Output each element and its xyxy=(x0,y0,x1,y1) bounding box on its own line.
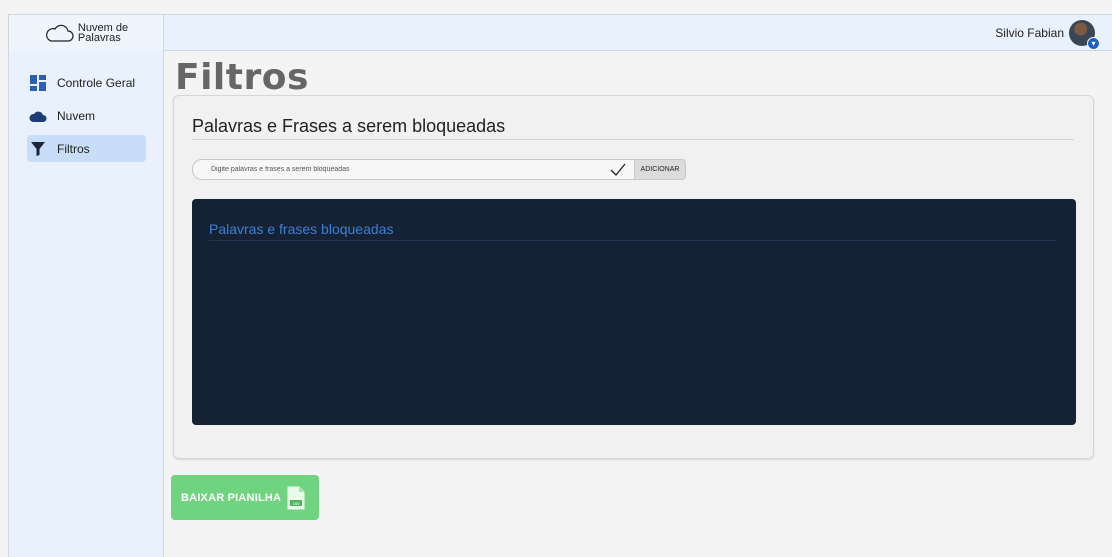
svg-text:csv: csv xyxy=(293,501,301,506)
page-title: Filtros xyxy=(175,57,309,98)
sidebar-item-filtros[interactable]: Filtros xyxy=(27,135,146,162)
chevron-down-icon[interactable]: ▾ xyxy=(1087,37,1100,50)
logo-line-2: Palavras xyxy=(77,32,121,44)
divider xyxy=(192,139,1074,140)
logo-text: Nuvem de Palavras xyxy=(77,23,128,44)
sidebar-item-nuvem[interactable]: Nuvem xyxy=(27,102,146,129)
csv-file-icon: csv xyxy=(287,486,305,509)
divider xyxy=(209,240,1057,241)
blocked-words-panel: Palavras e frases bloqueadas xyxy=(192,199,1076,425)
card-title: Palavras e Frases a serem bloqueadas xyxy=(192,116,506,136)
check-icon[interactable] xyxy=(610,163,626,177)
app-logo[interactable]: Nuvem de Palavras xyxy=(9,15,164,51)
user-menu[interactable]: Silvio Fabian ▾ xyxy=(995,19,1100,50)
avatar[interactable]: ▾ xyxy=(1069,20,1100,50)
blocked-words-title: Palavras e frases bloqueadas xyxy=(209,221,394,237)
sidebar: Controle Geral Nuvem Filtros xyxy=(9,51,164,557)
sidebar-item-label: Filtros xyxy=(57,141,90,156)
top-header: Nuvem de Palavras Silvio Fabian ▾ xyxy=(9,15,1112,51)
sidebar-item-label: Controle Geral xyxy=(57,75,136,90)
blocked-words-input[interactable] xyxy=(211,166,601,173)
cloud-icon xyxy=(29,108,47,124)
sidebar-item-controle-geral[interactable]: Controle Geral xyxy=(27,69,146,96)
filter-icon xyxy=(29,141,47,157)
download-spreadsheet-button[interactable]: BAIXAR PIANILHA csv xyxy=(171,475,319,520)
cloud-logo-icon xyxy=(46,24,74,42)
blocked-words-input-wrapper xyxy=(192,159,635,180)
filters-card: Palavras e Frases a serem bloqueadas ADI… xyxy=(173,95,1094,459)
download-button-label: BAIXAR PIANILHA xyxy=(181,491,282,504)
sidebar-item-label: Nuvem xyxy=(57,108,96,123)
user-name: Silvio Fabian xyxy=(995,26,1064,40)
dashboard-icon xyxy=(29,74,47,91)
add-button[interactable]: ADICIONAR xyxy=(635,159,686,180)
